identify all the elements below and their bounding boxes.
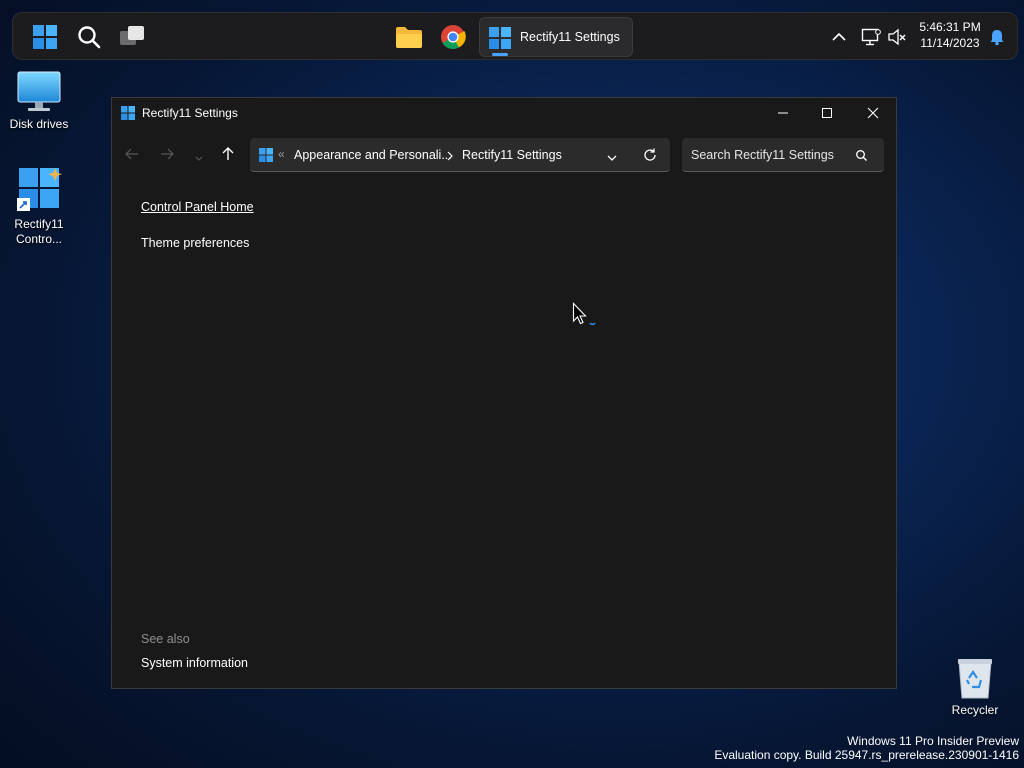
close-button[interactable]	[850, 98, 896, 128]
task-view-icon	[120, 26, 144, 45]
speaker-muted-icon	[888, 28, 906, 46]
breadcrumb-overflow-icon[interactable]: «	[278, 147, 285, 161]
address-bar[interactable]: « Appearance and Personali... Rectify11 …	[250, 138, 670, 172]
chevron-down-icon	[195, 156, 203, 161]
up-button[interactable]	[220, 146, 238, 164]
maximize-button[interactable]	[804, 98, 850, 128]
see-also-heading: See also	[141, 632, 190, 646]
recent-locations-button[interactable]	[194, 150, 206, 161]
search-icon[interactable]	[855, 149, 868, 162]
windows-logo-icon	[33, 25, 57, 49]
window-title: Rectify11 Settings	[142, 106, 238, 120]
desktop-icon-disk-drives[interactable]: Disk drives	[4, 70, 74, 132]
breadcrumb-item-appearance[interactable]: Appearance and Personali...	[294, 148, 452, 162]
taskbar-clock[interactable]: 5:46:31 PM 11/14/2023	[911, 19, 989, 51]
recycle-bin-icon	[958, 659, 992, 699]
taskbar: Rectify11 Settings 5:46:31 PM 11/14/2023	[12, 12, 1018, 60]
desktop-icon-label: Disk drives	[9, 117, 69, 131]
window-app-icon	[121, 106, 135, 120]
chevron-up-icon	[832, 32, 846, 41]
clock-date: 11/14/2023	[920, 36, 980, 50]
monitor-icon	[17, 71, 61, 111]
chrome-icon	[441, 25, 466, 50]
minimize-button[interactable]	[760, 98, 806, 128]
chevron-right-icon	[447, 151, 453, 161]
arrow-left-icon	[125, 148, 138, 160]
refresh-button[interactable]	[642, 147, 658, 163]
minimize-icon	[778, 112, 788, 114]
volume-button[interactable]	[881, 21, 913, 53]
search-input[interactable]: Search Rectify11 Settings	[691, 148, 834, 162]
network-icon	[861, 28, 881, 46]
search-icon	[78, 26, 101, 49]
rectify11-shortcut-icon	[17, 168, 62, 211]
desktop-icon-rectify11-control[interactable]: Rectify11 Contro...	[4, 166, 74, 247]
window-titlebar[interactable]: Rectify11 Settings	[112, 98, 896, 130]
show-hidden-icons-button[interactable]	[823, 21, 855, 53]
active-indicator	[492, 53, 508, 56]
control-panel-home-link[interactable]: Control Panel Home	[141, 200, 254, 214]
search-button[interactable]	[73, 21, 105, 53]
rectify11-settings-icon	[489, 27, 511, 49]
mouse-pointer-icon	[572, 302, 596, 326]
search-box[interactable]: Search Rectify11 Settings	[682, 138, 884, 172]
desktop-icon-label: Recycler	[951, 703, 999, 717]
theme-preferences-link[interactable]: Theme preferences	[141, 236, 249, 250]
file-explorer-button[interactable]	[393, 21, 425, 53]
task-view-button[interactable]	[117, 21, 149, 53]
desktop-icon-label: Rectify11	[14, 217, 64, 231]
arrow-right-icon	[161, 148, 174, 160]
watermark-line: Windows 11 Pro Insider Preview	[847, 734, 1019, 748]
watermark-line: Evaluation copy. Build 25947.rs_prerelea…	[714, 748, 1019, 762]
desktop-icon-label: Contro...	[15, 232, 63, 246]
start-button[interactable]	[29, 21, 61, 53]
rectify11-settings-window: Rectify11 Settings « Appearance and Pers…	[111, 97, 897, 689]
refresh-icon	[644, 148, 656, 161]
desktop-icon-recycler[interactable]: Recycler	[940, 656, 1010, 718]
folder-icon	[396, 27, 422, 48]
bell-icon	[990, 30, 1004, 46]
close-icon	[867, 107, 879, 119]
forward-button[interactable]	[159, 146, 177, 164]
control-panel-icon	[259, 148, 273, 162]
evaluation-watermark: Windows 11 Pro Insider Preview Evaluatio…	[714, 734, 1019, 762]
taskbar-app-label: Rectify11 Settings	[520, 30, 620, 44]
system-information-link[interactable]: System information	[141, 656, 248, 670]
breadcrumb-item-current[interactable]: Rectify11 Settings	[462, 148, 562, 162]
chevron-down-icon	[607, 155, 617, 161]
arrow-up-icon	[222, 147, 234, 160]
clock-time: 5:46:31 PM	[919, 20, 981, 34]
chrome-button[interactable]	[437, 21, 469, 53]
notifications-button[interactable]	[981, 21, 1013, 53]
taskbar-app-rectify11-settings[interactable]: Rectify11 Settings	[479, 17, 633, 57]
maximize-icon	[822, 108, 832, 118]
address-dropdown-button[interactable]	[606, 150, 618, 161]
back-button[interactable]	[124, 146, 142, 164]
